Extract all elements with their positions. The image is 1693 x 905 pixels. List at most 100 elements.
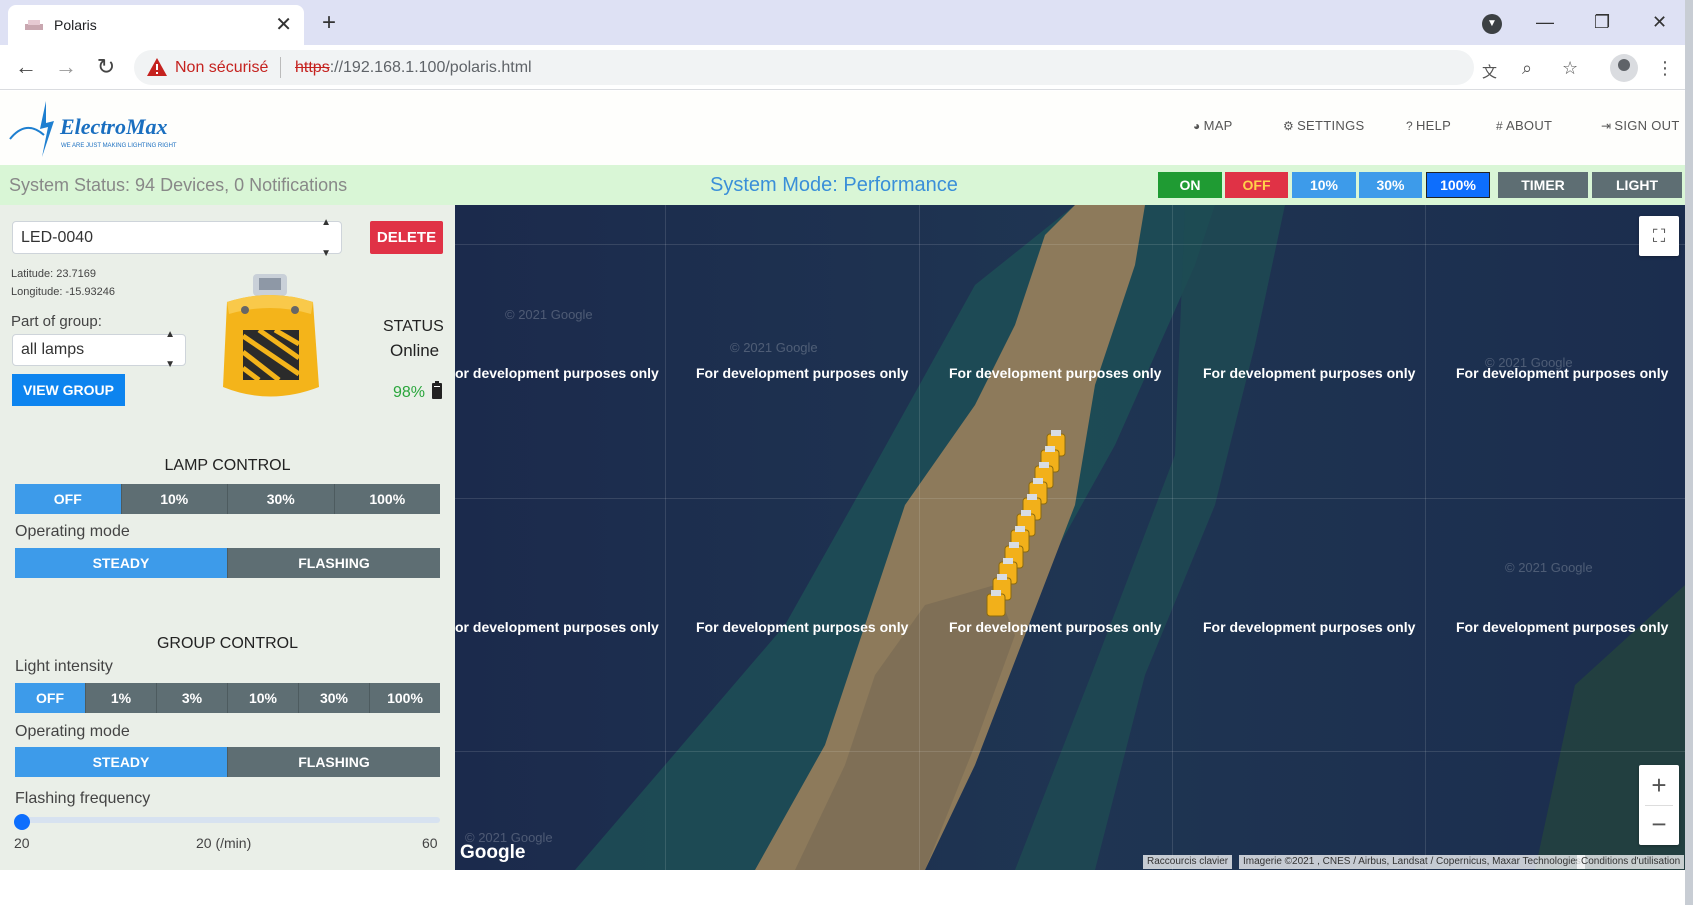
forward-icon[interactable]: →	[52, 53, 80, 81]
slider-value: 20 (/min)	[196, 835, 252, 851]
dev-watermark: For development purposes only	[1203, 619, 1416, 635]
minimize-icon[interactable]: —	[1536, 10, 1554, 34]
browser-tabbar: Polaris ✕ + ▼ — ❐ ✕	[0, 0, 1693, 45]
lamp-mode-steady[interactable]: STEADY	[15, 548, 228, 578]
all-100-button[interactable]: 100%	[1426, 172, 1490, 198]
url-rest: ://192.168.1.100/polaris.html	[329, 59, 532, 76]
browser-tab[interactable]: Polaris ✕	[8, 5, 304, 45]
nav-settings[interactable]: ⚙ SETTINGS	[1283, 118, 1364, 133]
flashing-frequency-slider[interactable]	[22, 817, 440, 823]
imagery-attribution: Imagerie ©2021 , CNES / Airbus, Landsat …	[1239, 855, 1585, 869]
status-label: STATUS	[383, 318, 444, 335]
profile-avatar[interactable]	[1610, 54, 1638, 82]
zoom-divider	[1645, 805, 1673, 806]
electromax-logo: ElectroMax WE ARE JUST MAKING LIGHTING R…	[9, 101, 177, 157]
dev-watermark: For development purposes only	[1456, 365, 1669, 381]
keyboard-shortcuts-link[interactable]: Raccourcis clavier	[1143, 855, 1233, 869]
group-select-value: all lamps	[21, 341, 85, 358]
tab-close-icon[interactable]: ✕	[275, 13, 292, 37]
lamp-mode-flashing[interactable]: FLASHING	[228, 548, 440, 578]
group-operating-mode-label: Operating mode	[15, 723, 130, 740]
terms-link[interactable]: Conditions d'utilisation	[1577, 855, 1685, 869]
browser-toolbar: ← → ↻ Non sécurisé https://192.168.1.100…	[0, 45, 1693, 90]
group-level-30[interactable]: 30%	[299, 683, 370, 713]
restore-icon[interactable]: ❐	[1594, 10, 1610, 34]
system-status: System Status: 94 Devices, 0 Notificatio…	[9, 175, 348, 195]
group-mode-flashing[interactable]: FLASHING	[228, 747, 440, 777]
lamp-level-10[interactable]: 10%	[121, 484, 228, 514]
logo-text: ElectroMax	[59, 114, 168, 139]
address-bar[interactable]: Non sécurisé https://192.168.1.100/polar…	[134, 50, 1497, 85]
nav-sign-out[interactable]: ⇥ SIGN OUT	[1601, 118, 1680, 133]
lamp-control-title: LAMP CONTROL	[164, 457, 291, 474]
all-off-button[interactable]: OFF	[1225, 172, 1288, 198]
select-arrows-icon: ▲ ▼	[321, 216, 331, 259]
light-intensity-label: Light intensity	[15, 658, 113, 675]
lamp-level-100[interactable]: 100%	[334, 484, 440, 514]
slider-min: 20	[14, 835, 30, 851]
group-level-1[interactable]: 1%	[86, 683, 157, 713]
question-icon: ?	[1406, 119, 1413, 133]
view-group-button[interactable]: VIEW GROUP	[12, 374, 125, 406]
app-header: ElectroMax WE ARE JUST MAKING LIGHTING R…	[0, 91, 1693, 165]
all-30-button[interactable]: 30%	[1359, 172, 1422, 198]
menu-dots-icon[interactable]: ⋮	[1656, 56, 1674, 80]
map-tile-line	[455, 244, 1685, 245]
reload-icon[interactable]: ↻	[92, 53, 120, 81]
status-value: Online	[390, 341, 440, 360]
profile-menu-icon[interactable]: ▼	[1482, 14, 1502, 34]
nav-about[interactable]: # ABOUT	[1496, 118, 1552, 133]
fullscreen-icon[interactable]: ⛶	[1639, 216, 1679, 256]
group-level-off[interactable]: OFF	[15, 683, 86, 713]
timer-button[interactable]: TIMER	[1498, 172, 1588, 198]
map-tile-line	[455, 751, 1685, 752]
dev-watermark: For development purposes only	[696, 365, 909, 381]
globe-icon: ◕	[1193, 119, 1201, 133]
map-tile-line	[919, 205, 920, 870]
lamp-level-30[interactable]: 30%	[228, 484, 335, 514]
zoom-out-icon[interactable]: −	[1639, 805, 1679, 845]
dev-watermark: For development purposes only	[949, 365, 1162, 381]
light-button[interactable]: LIGHT	[1592, 172, 1682, 198]
nav-help-label: HELP	[1415, 118, 1452, 133]
nav-help[interactable]: ? HELP	[1406, 118, 1451, 133]
map-tile-line	[1172, 205, 1173, 870]
group-mode-steady[interactable]: STEADY	[15, 747, 228, 777]
window-close-icon[interactable]: ✕	[1652, 10, 1667, 34]
gears-icon: ⚙	[1283, 119, 1295, 133]
dev-watermark: or development purposes only	[455, 365, 659, 381]
device-select[interactable]: LED-0040 ▲ ▼	[12, 217, 342, 259]
page-bottom	[0, 870, 1693, 905]
back-icon[interactable]: ←	[12, 53, 40, 81]
url-separator	[280, 57, 281, 78]
dev-watermark: For development purposes only	[696, 619, 909, 635]
bookmark-star-icon[interactable]: ☆	[1562, 56, 1578, 80]
nav-map-label: MAP	[1203, 118, 1233, 133]
url-scheme: https	[295, 59, 330, 76]
nav-about-label: ABOUT	[1505, 118, 1553, 133]
lamp-markers-cluster[interactable]	[985, 430, 1075, 625]
group-level-100[interactable]: 100%	[370, 683, 440, 713]
nav-map[interactable]: ◕ MAP	[1193, 118, 1233, 133]
new-tab-icon[interactable]: +	[322, 10, 336, 36]
map-watermark: © 2021 Google	[1505, 560, 1593, 575]
group-level-10[interactable]: 10%	[228, 683, 299, 713]
all-10-button[interactable]: 10%	[1292, 172, 1356, 198]
battery-level: 98%	[393, 384, 426, 401]
nav-sign-out-label: SIGN OUT	[1614, 118, 1680, 133]
satellite-map[interactable]: © 2021 Google © 2021 Google © 2021 Googl…	[455, 205, 1685, 870]
translate-icon[interactable]: 文	[1482, 61, 1497, 85]
lamp-level-off[interactable]: OFF	[15, 484, 122, 514]
lamp-level-group: OFF 10% 30% 100%	[15, 484, 440, 514]
slider-handle[interactable]	[14, 814, 30, 830]
window-edge	[1685, 0, 1693, 905]
system-mode: System Mode: Performance	[710, 174, 958, 196]
group-select[interactable]: all lamps ▲ ▼	[12, 329, 186, 370]
part-of-group-label: Part of group:	[11, 313, 102, 330]
delete-button[interactable]: DELETE	[370, 221, 443, 254]
all-on-button[interactable]: ON	[1158, 172, 1222, 198]
group-level-3[interactable]: 3%	[157, 683, 228, 713]
zoom-in-icon[interactable]: +	[1639, 765, 1679, 805]
zoom-icon[interactable]: ⌕	[1522, 56, 1532, 80]
dev-watermark: or development purposes only	[455, 619, 659, 635]
